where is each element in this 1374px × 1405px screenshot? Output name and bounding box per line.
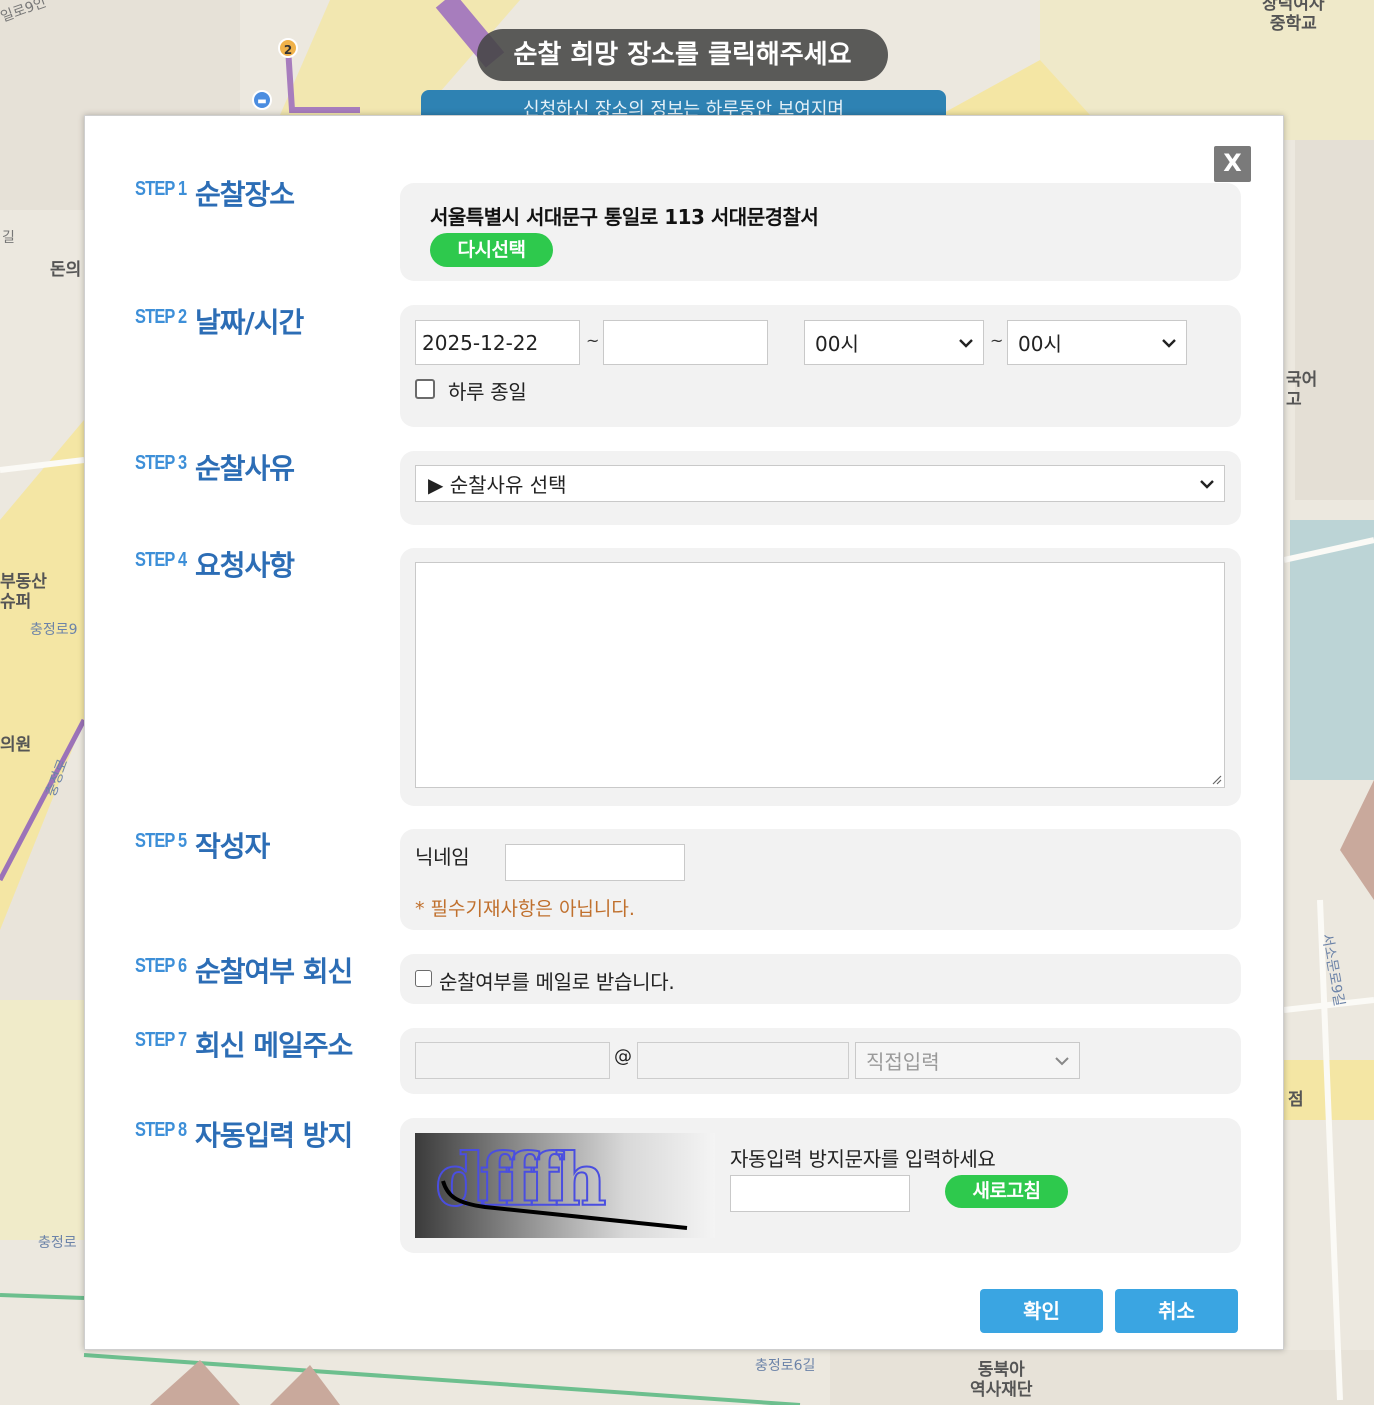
map-instruction-banner: 순찰 희망 장소를 클릭해주세요: [477, 29, 888, 81]
map-label-korean: 국어 고: [1286, 370, 1318, 410]
map-bus-icon[interactable]: ▬: [252, 90, 272, 110]
reply-email-label: 순찰여부를 메일로 받습니다.: [439, 970, 675, 994]
cancel-button[interactable]: 취소: [1115, 1289, 1238, 1333]
map-label-chungjeong-left: 충정로: [38, 1235, 77, 1251]
location-address: 서울특별시 서대문구 통일로 113 서대문경찰서: [430, 205, 819, 229]
step7-label: STEP 7 회신 메일주소: [135, 1029, 353, 1063]
chevron-down-icon: [1162, 338, 1176, 348]
map-label-foundation: 동북아 역사재단: [970, 1360, 1033, 1400]
step5-label: STEP 5 작성자: [135, 830, 270, 864]
map-marker-number[interactable]: 2: [278, 38, 298, 58]
step-number: STEP 6: [135, 955, 187, 977]
confirm-button[interactable]: 확인: [980, 1289, 1103, 1333]
step-number: STEP 2: [135, 306, 187, 328]
step-title: 날짜/시간: [195, 306, 304, 339]
request-textarea[interactable]: [415, 562, 1225, 788]
step-number: STEP 1: [135, 178, 187, 200]
email-user-input[interactable]: [415, 1042, 610, 1079]
captcha-panel: dfffh 자동입력 방지문자를 입력하세요 새로고침: [400, 1118, 1241, 1253]
step-number: STEP 3: [135, 452, 187, 474]
map-label-gil: 길: [2, 230, 15, 246]
captcha-noise-line: [441, 1180, 688, 1230]
step8-label: STEP 8 자동입력 방지: [135, 1119, 353, 1153]
chevron-down-icon: [1055, 1056, 1069, 1065]
step-title: 순찰여부 회신: [195, 955, 353, 988]
end-hour-value: 00시: [1018, 332, 1062, 356]
location-panel: 서울특별시 서대문구 통일로 113 서대문경찰서 다시선택: [400, 183, 1241, 281]
reason-select[interactable]: ▶ 순찰사유 선택: [415, 465, 1225, 502]
chevron-down-icon: [1200, 479, 1214, 489]
map-label-chungjeong9: 충정로9: [30, 622, 78, 638]
captcha-refresh-button[interactable]: 새로고침: [945, 1175, 1068, 1208]
hour-range-separator: ~: [990, 331, 1004, 350]
start-hour-select[interactable]: 00시: [804, 320, 984, 365]
map-label-school: 창덕여자 중학교: [1262, 0, 1325, 34]
map-label-jeom: 점: [1288, 1090, 1304, 1110]
step-title: 요청사항: [195, 549, 295, 582]
map-label-chungjeong6: 충정로6길: [755, 1358, 816, 1374]
step-number: STEP 7: [135, 1029, 187, 1051]
author-panel: 닉네임 * 필수기재사항은 아닙니다.: [400, 829, 1241, 930]
map-label-won: 의원: [0, 735, 32, 755]
step-title: 자동입력 방지: [195, 1119, 353, 1152]
email-panel: @ 직접입력: [400, 1028, 1241, 1094]
step1-label: STEP 1 순찰장소: [135, 178, 295, 212]
step3-label: STEP 3 순찰사유: [135, 452, 295, 486]
reason-selected: ▶ 순찰사유 선택: [428, 473, 567, 497]
reason-panel: ▶ 순찰사유 선택: [400, 451, 1241, 525]
optional-note: * 필수기재사항은 아닙니다.: [415, 898, 635, 920]
nickname-label: 닉네임: [415, 845, 470, 869]
nickname-input[interactable]: [505, 844, 685, 881]
date-range-separator: ~: [586, 331, 600, 350]
captcha-prompt: 자동입력 방지문자를 입력하세요: [730, 1147, 996, 1171]
reselect-button[interactable]: 다시선택: [430, 233, 553, 267]
start-date-input[interactable]: 2025-12-22: [415, 320, 580, 365]
end-hour-select[interactable]: 00시: [1007, 320, 1187, 365]
start-hour-value: 00시: [815, 332, 859, 356]
step-title: 회신 메일주소: [195, 1029, 353, 1062]
datetime-panel: 2025-12-22 ~ 00시 ~ 00시 하루 종일: [400, 305, 1241, 427]
captcha-input[interactable]: [730, 1175, 910, 1212]
step-title: 순찰장소: [195, 178, 295, 211]
close-button[interactable]: X: [1214, 146, 1251, 182]
request-panel: [400, 548, 1241, 806]
email-at-sign: @: [614, 1046, 632, 1067]
chevron-down-icon: [959, 338, 973, 348]
step-number: STEP 8: [135, 1119, 187, 1141]
step-number: STEP 4: [135, 549, 187, 571]
reply-panel: 순찰여부를 메일로 받습니다.: [400, 954, 1241, 1004]
reply-email-checkbox[interactable]: [415, 970, 432, 987]
captcha-image: dfffh: [415, 1133, 715, 1238]
step6-label: STEP 6 순찰여부 회신: [135, 955, 353, 989]
allday-checkbox[interactable]: [415, 379, 435, 399]
step-number: STEP 5: [135, 830, 187, 852]
step-title: 순찰사유: [195, 452, 295, 485]
map-label-realestate: 부동산 슈퍼: [0, 572, 47, 612]
step2-label: STEP 2 날짜/시간: [135, 306, 304, 340]
allday-label: 하루 종일: [448, 380, 527, 404]
email-domain-select-value: 직접입력: [866, 1050, 940, 1074]
email-domain-input[interactable]: [637, 1042, 849, 1079]
step-title: 작성자: [195, 830, 270, 863]
map-label-doneui: 돈의: [50, 260, 82, 280]
email-domain-select[interactable]: 직접입력: [855, 1042, 1080, 1079]
resize-grip-icon[interactable]: [1210, 773, 1222, 785]
end-date-input[interactable]: [603, 320, 768, 365]
patrol-request-modal: X STEP 1 순찰장소 STEP 2 날짜/시간 STEP 3 순찰사유 STEP…: [84, 115, 1284, 1350]
step4-label: STEP 4 요청사항: [135, 549, 295, 583]
